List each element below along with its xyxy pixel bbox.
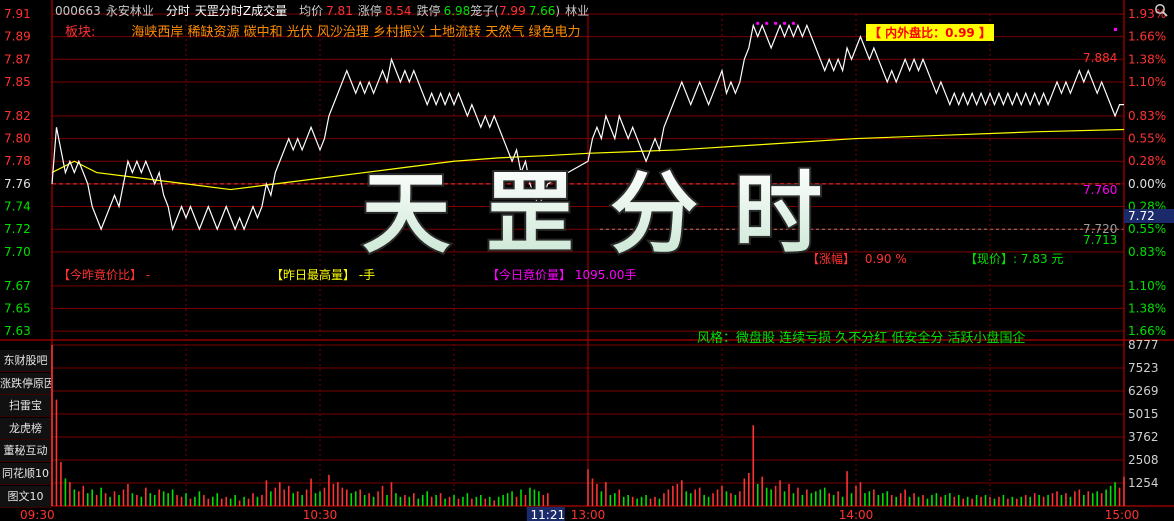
- limit-up-label: 涨停: [357, 4, 382, 18]
- signal-marker: [791, 21, 796, 25]
- edge-marker: [1114, 28, 1117, 31]
- ref-price-label: 7.760: [1083, 183, 1118, 197]
- current-price-tag: 7.72: [1124, 209, 1174, 223]
- side-button[interactable]: 扫雷宝: [0, 395, 51, 418]
- current-price-indicator: 【现价】: 7.83 元: [965, 250, 1063, 267]
- volume-tick-label: 6269: [1128, 384, 1159, 398]
- price-tick-label: 7.72: [4, 222, 31, 236]
- side-button[interactable]: 同花顺10: [0, 463, 51, 485]
- price-tick-label: 7.87: [4, 52, 31, 66]
- percent-tick-label: 0.83%: [1128, 245, 1166, 259]
- percent-tick-label: 0.00%: [1128, 177, 1166, 191]
- cage-low: 7.66: [528, 4, 556, 18]
- line-713-label: 7.713: [1083, 233, 1118, 247]
- percent-tick-label: 0.55%: [1128, 222, 1166, 236]
- side-button[interactable]: 龙虎榜: [0, 417, 51, 440]
- time-axis-label: 15:00: [1105, 508, 1140, 521]
- side-button[interactable]: 图文10: [0, 485, 51, 508]
- signal-marker: [782, 21, 787, 25]
- percent-tick-label: 0.28%: [1128, 154, 1166, 168]
- price-tick-label: 7.67: [4, 279, 31, 293]
- percent-tick-label: 1.38%: [1128, 301, 1166, 315]
- time-axis-label: 11:21: [531, 508, 566, 521]
- inner-outer-ratio: 【 内外盘比：0.99 】: [866, 24, 994, 41]
- percent-tick-label: 1.66%: [1128, 30, 1166, 44]
- overlay-title-text: 天罡分时: [362, 162, 858, 265]
- time-axis-label: 09:30: [20, 508, 55, 521]
- cage-high: 7.99: [498, 4, 526, 18]
- cage-label: 笼子(: [470, 4, 499, 18]
- stock-style-tags: 风格：微盘股 连续亏损 久不分红 低安全分 活跃小盘国企: [697, 331, 1026, 346]
- price-tick-label: 7.74: [4, 200, 31, 214]
- volume-tick-label: 2508: [1128, 453, 1159, 467]
- sector-tags: 板块: 海峡西岸 稀缺资源 碳中和 光伏 风沙治理 乡村振兴 土地流转 天然气 绿…: [65, 21, 580, 40]
- indicator-name[interactable]: 天罡分时Z: [195, 4, 251, 18]
- overlay-title: 天罡分时: [360, 160, 858, 267]
- price-tick-label: 7.89: [4, 30, 31, 44]
- volume-tick-label: 5015: [1128, 407, 1159, 421]
- limit-down-label: 跌停: [416, 4, 441, 18]
- volume-tick-label: 1254: [1128, 476, 1159, 490]
- price-tick-label: 7.76: [4, 177, 31, 191]
- price-tick-label: 7.63: [4, 324, 31, 338]
- view-label[interactable]: 分时: [166, 4, 190, 18]
- avg-value: 7.81: [326, 4, 353, 18]
- side-button[interactable]: 董秘互动: [0, 440, 51, 463]
- avg-label: 均价: [299, 4, 324, 18]
- auction-ratio-label: 【今昨竟价比】 -: [58, 268, 151, 282]
- time-axis-label: 14:00: [839, 508, 874, 521]
- limit-down-value: 6.98: [443, 4, 471, 18]
- cage-close: ): [555, 4, 561, 18]
- price-tick-label: 7.85: [4, 75, 31, 89]
- limit-up-value: 8.54: [384, 4, 412, 18]
- percent-tick-label: 1.10%: [1128, 75, 1166, 89]
- side-button[interactable]: 东财股吧: [0, 350, 51, 372]
- current-price-label: 【现价】: [965, 252, 1014, 266]
- percent-tick-label: 0.55%: [1128, 132, 1166, 146]
- industry-label: 林业: [565, 4, 590, 18]
- volume-tick-label: 7523: [1128, 361, 1159, 375]
- percent-tick-label: 1.10%: [1128, 279, 1166, 293]
- sector-list[interactable]: 海峡西岸 稀缺资源 碳中和 光伏 风沙治理 乡村振兴 土地流转 天然气 绿色电力: [131, 25, 580, 40]
- header-bar: 000663 永安林业 分时 天罡分时Z成交量 均价 7.81 涨停 8.54 跌停 6.98笼子…: [55, 2, 594, 19]
- volume-tick-label: 8777: [1128, 338, 1159, 352]
- stock-name: 永安林业: [105, 4, 154, 18]
- time-axis-label: 13:00: [571, 508, 606, 521]
- signal-marker: [756, 21, 760, 25]
- search-icon[interactable]: [1154, 3, 1168, 17]
- price-tick-label: 7.91: [4, 7, 31, 21]
- side-button[interactable]: 涨跌停原因: [0, 372, 51, 395]
- time-axis-label: 10:30: [303, 508, 338, 521]
- current-price-value: : 7.83 元: [1013, 252, 1064, 266]
- percent-tick-label: 0.83%: [1128, 109, 1166, 123]
- volume-label[interactable]: 成交量: [251, 4, 287, 18]
- stock-code: 000663: [55, 4, 101, 18]
- price-tick-label: 7.82: [4, 109, 31, 123]
- price-tick-label: 7.65: [4, 301, 31, 315]
- price-tick-label: 7.78: [4, 154, 31, 168]
- signal-marker: [765, 21, 769, 25]
- price-tick-label: 7.70: [4, 245, 31, 259]
- sector-label: 板块:: [65, 25, 96, 40]
- signal-marker: [774, 21, 778, 25]
- high-price-label: 7.884: [1083, 51, 1118, 65]
- percent-tick-label: 1.38%: [1128, 52, 1166, 66]
- volume-tick-label: 3762: [1128, 430, 1159, 444]
- percent-tick-label: 1.66%: [1128, 324, 1166, 338]
- price-tick-label: 7.80: [4, 132, 31, 146]
